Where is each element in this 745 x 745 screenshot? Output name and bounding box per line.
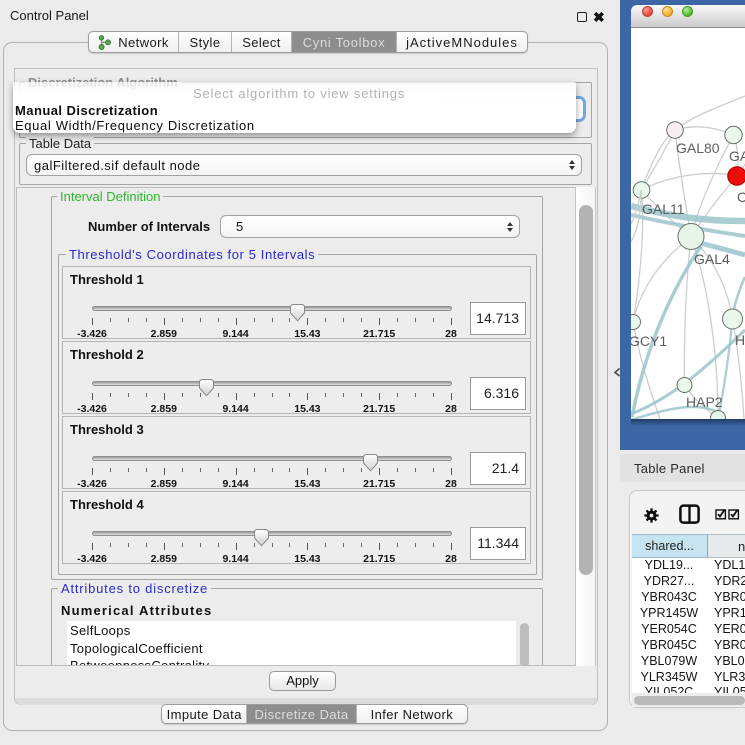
svg-text:GAL11: GAL11 — [642, 201, 685, 217]
svg-text:GAL4: GAL4 — [694, 251, 730, 267]
svg-text:C: C — [737, 189, 745, 205]
svg-text:GA: GA — [729, 148, 745, 164]
svg-text:GCY1: GCY1 — [631, 333, 667, 349]
svg-text:H: H — [735, 332, 745, 348]
svg-text:HAP2: HAP2 — [686, 394, 723, 410]
svg-text:GAL80: GAL80 — [676, 140, 720, 156]
